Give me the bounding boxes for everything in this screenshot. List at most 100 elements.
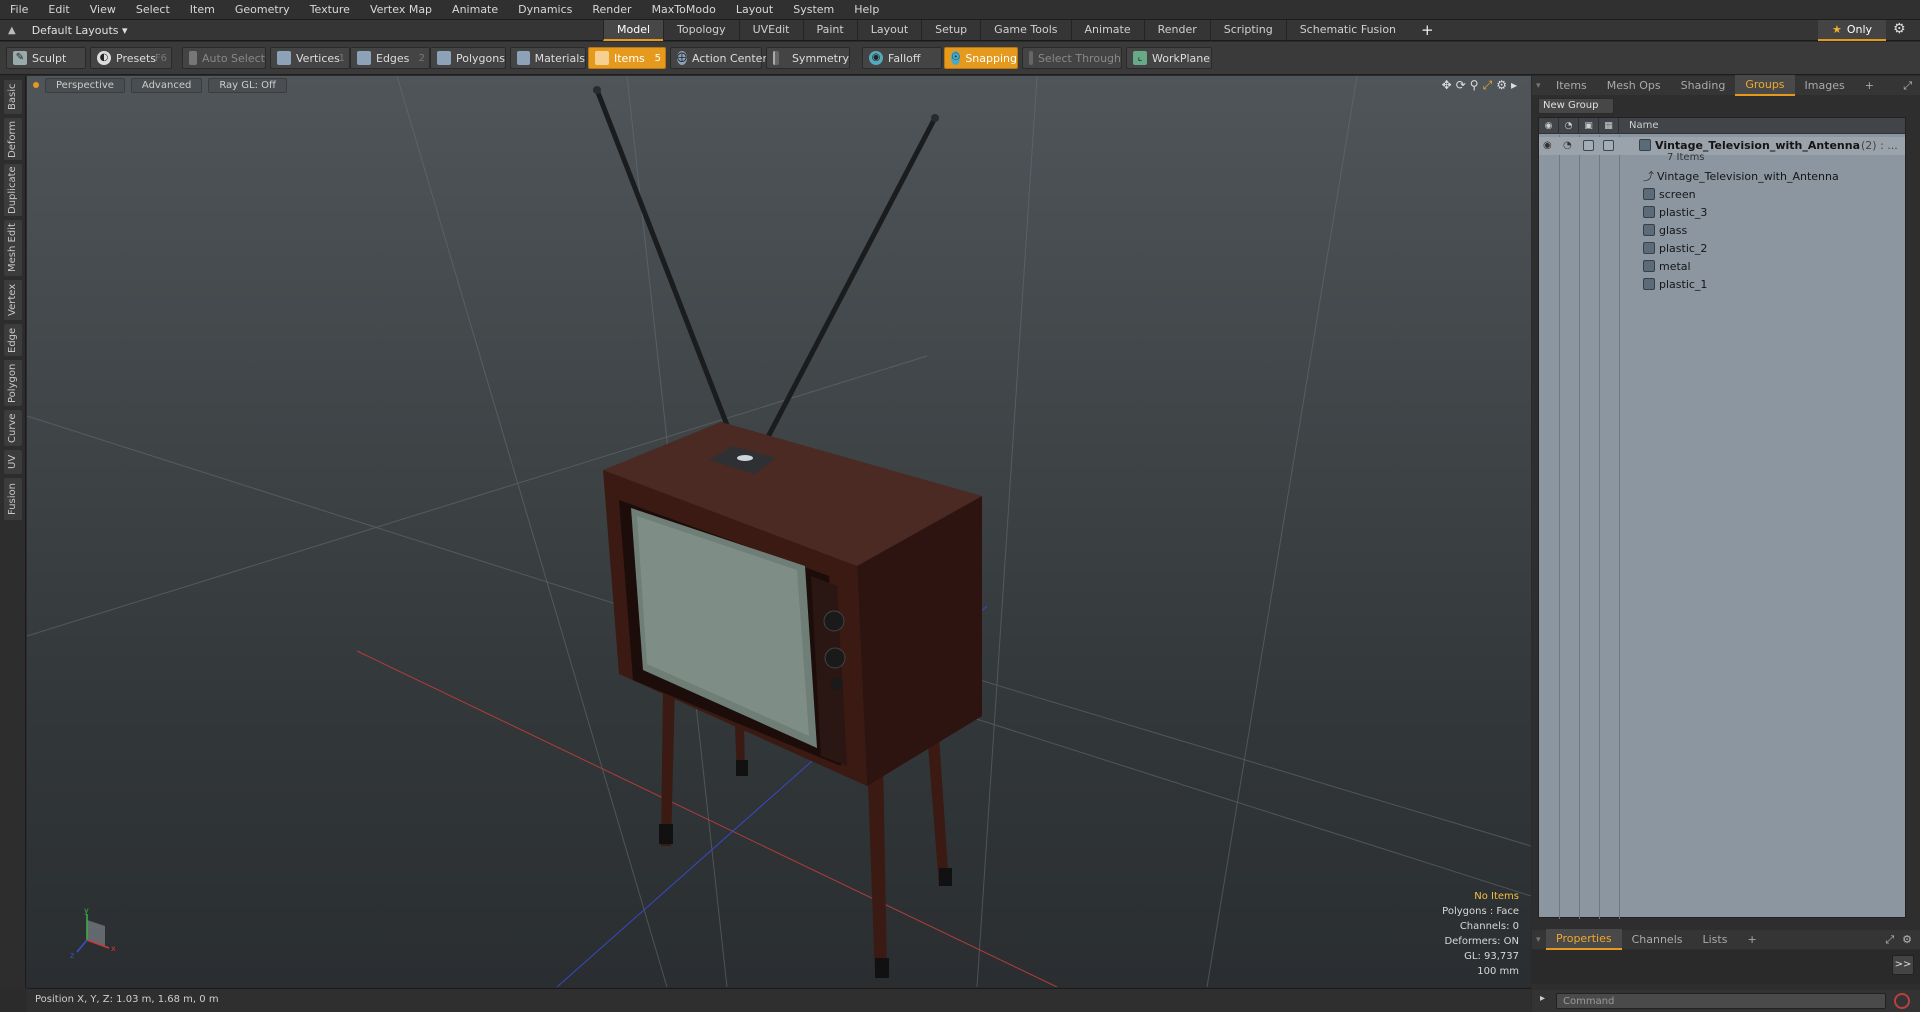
expand-panel-icon[interactable]: ⤢ — [1903, 79, 1920, 93]
tab-channels[interactable]: Channels — [1622, 930, 1693, 949]
tab-lists[interactable]: Lists — [1693, 930, 1738, 949]
menu-edit[interactable]: Edit — [38, 0, 79, 20]
panel-handle-icon[interactable]: ▾ — [1532, 81, 1546, 91]
workplane-button[interactable]: ⌞ WorkPlane — [1126, 47, 1212, 69]
raygl-button[interactable]: Ray GL: Off — [208, 77, 287, 93]
panel-handle-icon[interactable]: ▾ — [1532, 935, 1546, 945]
viewport-menu-icon[interactable]: ▸ — [1511, 78, 1517, 93]
menu-dynamics[interactable]: Dynamics — [508, 0, 582, 20]
3d-viewport[interactable]: Perspective Advanced Ray GL: Off ✥ ⟳ ⚲ ⤢… — [27, 76, 1531, 987]
vtab-edge[interactable]: Edge — [4, 324, 22, 356]
tab-setup[interactable]: Setup — [921, 20, 980, 41]
tab-scripting[interactable]: Scripting — [1209, 20, 1286, 41]
tab-groups[interactable]: Groups — [1735, 75, 1795, 96]
tab-images[interactable]: Images — [1795, 76, 1855, 95]
tab-model[interactable]: Model — [603, 20, 664, 41]
menu-maxtomodo[interactable]: MaxToModo — [642, 0, 726, 20]
vtab-mesh-edit[interactable]: Mesh Edit — [4, 220, 22, 276]
view-mode-button[interactable]: Perspective — [45, 77, 125, 93]
tree-item-row[interactable]: plastic_2 — [1539, 240, 1905, 258]
tree-item-row[interactable]: ⤴ Vintage_Television_with_Antenna — [1539, 168, 1905, 186]
sculpt-button[interactable]: ✎ Sculpt — [6, 47, 86, 69]
viewport-gear-icon[interactable]: ⚙ — [1496, 78, 1507, 93]
add-tab-button[interactable]: + — [1421, 20, 1434, 41]
menu-help[interactable]: Help — [844, 0, 889, 20]
vtab-vertex[interactable]: Vertex — [4, 280, 22, 320]
name-column-header[interactable]: Name — [1619, 120, 1659, 131]
tree-item-row[interactable]: plastic_3 — [1539, 204, 1905, 222]
select-toggle[interactable] — [1603, 140, 1614, 151]
tab-items[interactable]: Items — [1546, 76, 1597, 95]
menu-vertex-map[interactable]: Vertex Map — [360, 0, 442, 20]
zoom-icon[interactable]: ⚲ — [1470, 78, 1479, 93]
scene-render[interactable] — [27, 76, 1531, 987]
tab-game-tools[interactable]: Game Tools — [980, 20, 1070, 41]
stop-icon[interactable] — [1894, 993, 1910, 1009]
menu-layout[interactable]: Layout — [726, 0, 783, 20]
menu-item[interactable]: Item — [180, 0, 225, 20]
vtab-basic[interactable]: Basic — [4, 80, 22, 114]
menu-file[interactable]: File — [0, 0, 38, 20]
add-properties-tab-button[interactable]: + — [1737, 930, 1766, 949]
tab-shading[interactable]: Shading — [1671, 76, 1736, 95]
add-panel-tab-button[interactable]: + — [1855, 76, 1884, 95]
viewport-indicator-icon[interactable] — [33, 82, 39, 88]
shading-mode-button[interactable]: Advanced — [130, 77, 203, 93]
auto-select-button[interactable]: Auto Select — [182, 47, 266, 69]
action-center-button[interactable]: ⨁ Action Center — [670, 47, 767, 69]
tab-paint[interactable]: Paint — [802, 20, 857, 41]
tab-render[interactable]: Render — [1143, 20, 1210, 41]
render-header-icon[interactable]: ◔ — [1559, 117, 1579, 134]
menu-geometry[interactable]: Geometry — [225, 0, 300, 20]
presets-button[interactable]: ◐ Presets F6 — [90, 47, 172, 69]
rotate-icon[interactable]: ⟳ — [1456, 78, 1466, 93]
items-button[interactable]: Items 5 — [588, 47, 666, 69]
symmetry-button[interactable]: Symmetry — [766, 47, 850, 69]
only-button[interactable]: ★ Only — [1818, 20, 1886, 41]
materials-button[interactable]: Materials — [510, 47, 586, 69]
gear-icon[interactable]: ⚙ — [1893, 21, 1906, 37]
collapse-icon[interactable]: ▲ — [8, 25, 16, 36]
vtab-duplicate[interactable]: Duplicate — [4, 164, 22, 216]
select-through-button[interactable]: Select Through — [1022, 47, 1122, 69]
tab-schematic-fusion[interactable]: Schematic Fusion — [1285, 20, 1409, 41]
vtab-fusion[interactable]: Fusion — [4, 478, 22, 520]
tree-item-row[interactable]: screen — [1539, 186, 1905, 204]
menu-animate[interactable]: Animate — [442, 0, 508, 20]
polygons-button[interactable]: Polygons — [430, 47, 506, 69]
tree-item-row[interactable]: metal — [1539, 258, 1905, 276]
edges-button[interactable]: Edges 2 — [350, 47, 430, 69]
vtab-uv[interactable]: UV — [4, 450, 22, 474]
layout-select[interactable]: Default Layouts ▾ — [28, 22, 148, 39]
lock-toggle[interactable] — [1583, 140, 1594, 151]
fit-icon[interactable]: ⤢ — [1483, 78, 1493, 93]
tab-mesh-ops[interactable]: Mesh Ops — [1597, 76, 1671, 95]
expand-properties-icon[interactable]: ⤢ — [1885, 933, 1894, 947]
tree-item-row[interactable]: glass — [1539, 222, 1905, 240]
menu-system[interactable]: System — [783, 0, 844, 20]
tab-uvedit[interactable]: UVEdit — [738, 20, 803, 41]
vtab-deform[interactable]: Deform — [4, 118, 22, 160]
visibility-header-icon[interactable]: ◉ — [1539, 117, 1559, 134]
tab-animate[interactable]: Animate — [1070, 20, 1144, 41]
command-input[interactable] — [1556, 993, 1886, 1009]
tab-topology[interactable]: Topology — [663, 20, 739, 41]
menu-view[interactable]: View — [80, 0, 126, 20]
vtab-polygon[interactable]: Polygon — [4, 360, 22, 406]
vertices-button[interactable]: Vertices 1 — [270, 47, 350, 69]
vtab-curve[interactable]: Curve — [4, 410, 22, 446]
tab-layout[interactable]: Layout — [856, 20, 921, 41]
properties-gear-icon[interactable]: ⚙ — [1894, 933, 1920, 946]
snapping-button[interactable]: ☉ Snapping — [944, 47, 1018, 69]
falloff-button[interactable]: ◉ Falloff — [862, 47, 942, 69]
menu-texture[interactable]: Texture — [300, 0, 360, 20]
lock-header-icon[interactable]: ▣ — [1579, 117, 1599, 134]
menu-render[interactable]: Render — [582, 0, 641, 20]
expand-arrow-button[interactable]: >> — [1892, 955, 1914, 975]
tab-properties[interactable]: Properties — [1546, 929, 1622, 950]
new-group-button[interactable]: New Group — [1538, 98, 1614, 114]
select-header-icon[interactable]: ▦ — [1599, 117, 1619, 134]
menu-select[interactable]: Select — [126, 0, 180, 20]
tree-item-row[interactable]: plastic_1 — [1539, 276, 1905, 294]
pan-icon[interactable]: ✥ — [1442, 78, 1452, 93]
